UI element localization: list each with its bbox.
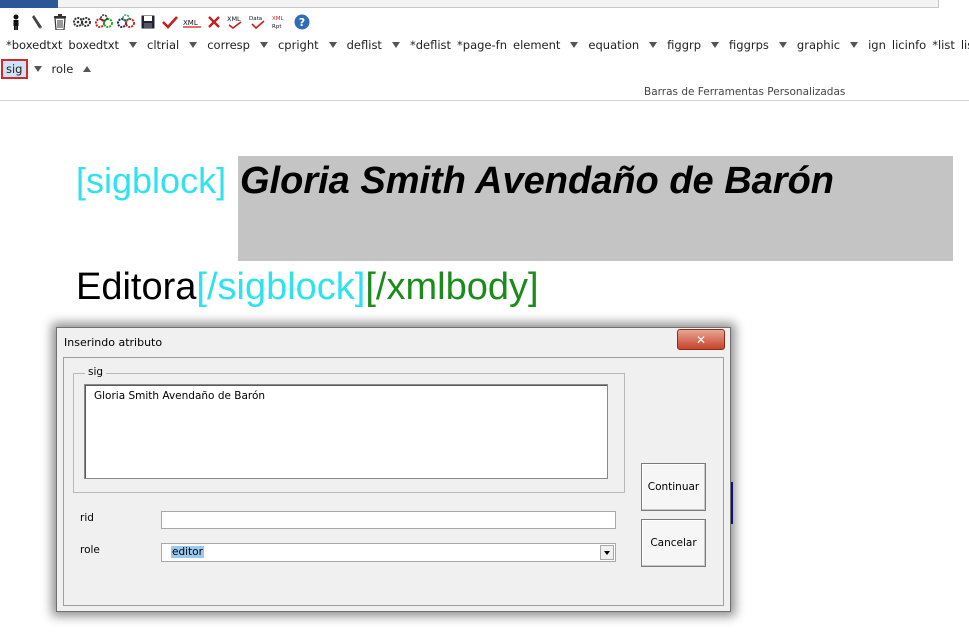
tag-button-ign[interactable]: ign (868, 38, 886, 52)
tag-sig-dropdown-arrow[interactable] (33, 66, 42, 72)
tag-button-cpright[interactable]: cpright (278, 38, 319, 52)
tag-dropdown-arrow[interactable] (649, 42, 658, 48)
dialog-title: Inserindo atributo (64, 336, 163, 349)
tag-dropdown-arrow[interactable] (570, 42, 579, 48)
save-icon[interactable] (138, 12, 158, 32)
dialog-content-panel: sig Gloria Smith Avendaño de Barón rid r… (63, 357, 724, 606)
help-icon[interactable]: ? (292, 12, 312, 32)
tag-button-list[interactable]: list (961, 38, 969, 52)
tag-button-graphic[interactable]: graphic (797, 38, 840, 52)
check-icon[interactable] (160, 12, 180, 32)
tag-button-corresp[interactable]: corresp (207, 38, 250, 52)
xml-icon[interactable]: XML (182, 12, 202, 32)
svg-text:?: ? (299, 16, 305, 29)
tag-dropdown-arrow[interactable] (850, 42, 859, 48)
doc-line-sigblock: [sigblock] (76, 157, 226, 261)
tag-button-star-page-fn[interactable]: *page-fn (457, 38, 507, 52)
tag-button-sig[interactable]: sig (1, 59, 28, 79)
top-scroll-area (938, 0, 969, 8)
close-x-icon[interactable] (204, 12, 224, 32)
tag-dropdown-arrow[interactable] (259, 42, 268, 48)
tag-button-figgrps[interactable]: figgrps (729, 38, 769, 52)
gears-blue-icon[interactable] (116, 12, 136, 32)
trash-icon[interactable] (50, 12, 70, 32)
sigblock-open-tag: [sigblock] (76, 160, 227, 201)
tag-dropdown-arrow[interactable] (129, 42, 138, 48)
tag-button-star-boxedtxt[interactable]: *boxedtxt (6, 38, 62, 52)
svg-text:XML: XML (183, 19, 198, 27)
tag-button-star-deflist[interactable]: *deflist (410, 38, 451, 52)
tag-button-row-2: sig role (1, 59, 101, 79)
xml-check-icon[interactable]: XML (226, 12, 246, 32)
dialog-close-button[interactable]: ✕ (677, 329, 725, 350)
tag-button-element[interactable]: element (513, 38, 560, 52)
role-dropdown-button[interactable] (600, 545, 614, 560)
tag-dropdown-arrow[interactable] (778, 42, 787, 48)
cancel-button[interactable]: Cancelar (641, 519, 706, 567)
tag-button-licinfo[interactable]: licinfo (892, 38, 926, 52)
tag-button-role[interactable]: role (52, 62, 74, 76)
xmlbody-close-tag: [/xmlbody] (365, 266, 539, 308)
tag-dropdown-arrow[interactable] (189, 42, 198, 48)
rid-input[interactable] (161, 511, 616, 529)
tag-button-boxedtxt[interactable]: boxedtxt (68, 38, 119, 52)
doc-line-role: Editora[/sigblock][/xmlbody] (76, 263, 539, 311)
tag-button-cltrial[interactable]: cltrial (147, 38, 179, 52)
icon-toolbar: XML XML Data XML Rpt ? (6, 12, 314, 32)
signature-name-text[interactable]: Gloria Smith Avendaño de Barón (240, 157, 834, 205)
tag-button-row-1: *boxedtxt boxedtxt cltrial corresp cpright de… (6, 37, 969, 53)
rid-label: rid (80, 512, 94, 524)
person-icon[interactable] (6, 12, 26, 32)
tag-button-equation[interactable]: equation (588, 38, 639, 52)
svg-text:Data: Data (249, 16, 262, 22)
tag-button-star-list[interactable]: *list (932, 38, 955, 52)
sig-value-textarea[interactable]: Gloria Smith Avendaño de Barón (84, 384, 608, 479)
role-selected-value: editor (171, 546, 204, 558)
insert-attribute-dialog: Inserindo atributo ✕ sig Gloria Smith Av… (56, 327, 731, 612)
sigblock-close-tag: [/sigblock] (196, 266, 366, 308)
tag-button-deflist[interactable]: deflist (347, 38, 382, 52)
sig-groupbox: sig Gloria Smith Avendaño de Barón (73, 366, 625, 493)
role-select[interactable]: editor (161, 543, 616, 562)
gears-icon[interactable] (72, 12, 92, 32)
role-text[interactable]: Editora (76, 266, 196, 308)
chevron-down-icon (604, 550, 610, 555)
continue-button[interactable]: Continuar (641, 463, 706, 511)
tag-role-collapse-arrow[interactable] (83, 66, 92, 72)
active-ribbon-tab[interactable] (0, 0, 58, 8)
svg-text:Rpt: Rpt (272, 24, 282, 30)
pen-icon[interactable] (28, 12, 48, 32)
ribbon-group-label: Barras de Ferramentas Personalizadas (644, 86, 846, 98)
tag-button-figgrp[interactable]: figgrp (667, 38, 701, 52)
close-icon: ✕ (695, 332, 707, 347)
tag-dropdown-arrow[interactable] (711, 42, 720, 48)
data-check-icon[interactable]: Data (248, 12, 268, 32)
svg-text:XML: XML (272, 16, 285, 22)
tag-dropdown-arrow[interactable] (391, 42, 400, 48)
sig-group-legend: sig (85, 366, 107, 378)
gears-color-icon[interactable] (94, 12, 114, 32)
xml-report-icon[interactable]: XML Rpt (270, 12, 290, 32)
svg-text:XML: XML (227, 15, 241, 23)
tag-dropdown-arrow[interactable] (328, 42, 337, 48)
ribbon-toolbar: XML XML Data XML Rpt ? *boxedtxt boxedtxt c… (0, 8, 969, 101)
role-label: role (80, 544, 100, 556)
